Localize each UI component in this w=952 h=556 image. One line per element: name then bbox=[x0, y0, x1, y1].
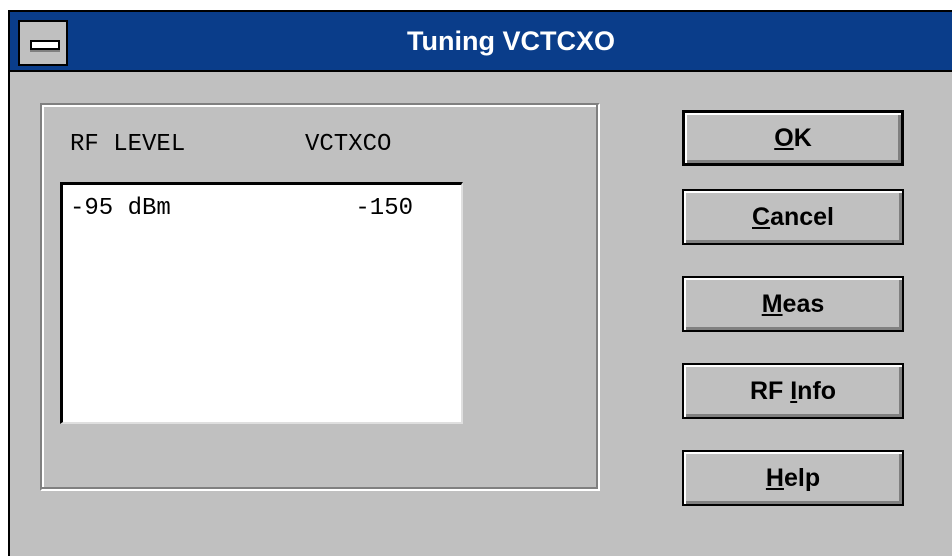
rf-info-button[interactable]: RF Info bbox=[682, 363, 904, 419]
system-menu-icon bbox=[30, 40, 60, 50]
rf-info-prefix: RF bbox=[749, 377, 791, 405]
meas-button[interactable]: Meas bbox=[682, 276, 904, 332]
results-listbox[interactable]: -95 dBm -150 bbox=[60, 182, 463, 424]
system-menu-button[interactable] bbox=[18, 20, 68, 66]
ok-label: K bbox=[793, 124, 812, 152]
rf-level-value: -95 dBm bbox=[70, 195, 171, 222]
help-label: elp bbox=[783, 464, 821, 492]
meas-mnemonic: M bbox=[761, 290, 783, 318]
cancel-button[interactable]: Cancel bbox=[682, 189, 904, 245]
vctxco-header: VCTXCO bbox=[305, 131, 392, 158]
ok-mnemonic: O bbox=[774, 124, 794, 152]
window-title: Tuning VCTCXO bbox=[407, 26, 615, 56]
list-item[interactable]: -95 dBm -150 bbox=[63, 185, 461, 222]
vctxco-value: -150 bbox=[355, 195, 413, 222]
cancel-mnemonic: C bbox=[752, 203, 771, 231]
help-button[interactable]: Help bbox=[682, 450, 904, 506]
meas-label: eas bbox=[782, 290, 825, 318]
measurement-group: RF LEVEL VCTXCO -95 dBm -150 bbox=[40, 103, 600, 491]
tuning-dialog: Tuning VCTCXO RF LEVEL VCTXCO -95 dBm -1… bbox=[8, 10, 952, 556]
rf-info-label: nfo bbox=[797, 377, 837, 405]
rf-level-header: RF LEVEL bbox=[70, 131, 186, 158]
ok-button[interactable]: OK bbox=[682, 110, 904, 166]
help-mnemonic: H bbox=[765, 464, 784, 492]
cancel-label: ancel bbox=[770, 203, 834, 231]
title-bar[interactable]: Tuning VCTCXO bbox=[10, 12, 952, 72]
